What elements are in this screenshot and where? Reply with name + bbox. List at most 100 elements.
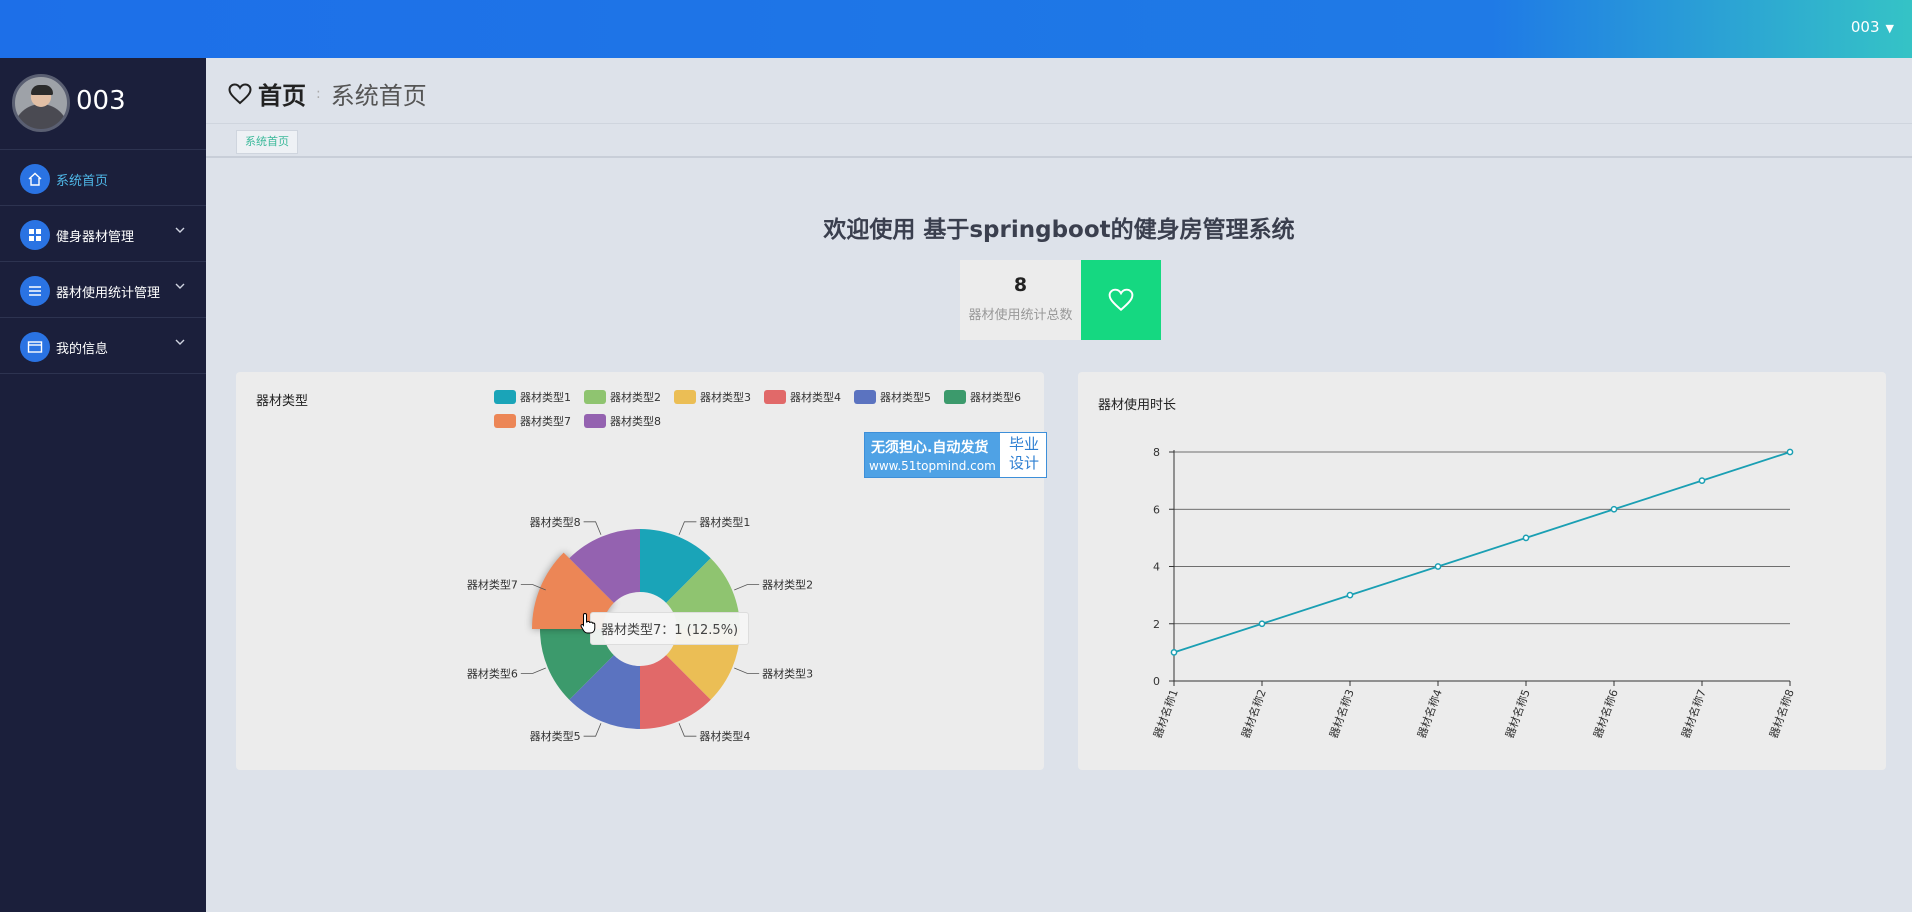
legend-label[interactable]: 器材类型4 xyxy=(790,390,841,404)
sidebar-item-usage-stats[interactable]: 器材使用统计管理 xyxy=(0,262,206,318)
pie-label: 器材类型1 xyxy=(699,515,750,529)
hand-cursor-icon xyxy=(580,612,596,634)
stat-value: 8 xyxy=(1013,274,1028,296)
pie-leader-line xyxy=(583,521,602,535)
pie-leader-line xyxy=(678,723,697,737)
y-tick-label: 8 xyxy=(1153,446,1160,459)
user-menu[interactable]: 003 ▼ xyxy=(1851,18,1894,36)
line-point[interactable] xyxy=(1698,477,1706,484)
pie-leader-line xyxy=(734,584,760,591)
home-icon xyxy=(20,164,50,194)
line-point[interactable] xyxy=(1786,448,1794,456)
y-tick-label: 6 xyxy=(1153,503,1160,516)
pie-label: 器材类型5 xyxy=(530,729,581,743)
legend-label[interactable]: 器材类型1 xyxy=(520,390,571,404)
breadcrumb-home[interactable]: 首页 xyxy=(258,76,306,111)
legend-swatch[interactable] xyxy=(584,414,606,428)
line-point[interactable] xyxy=(1346,591,1354,599)
user-menu-label: 003 xyxy=(1850,18,1880,36)
chevron-down-icon xyxy=(175,339,185,345)
legend-label[interactable]: 器材类型7 xyxy=(520,414,571,428)
watermark-badge: 无须担心.自动发货 www.51topmind.com 毕业 设计 xyxy=(864,432,1047,478)
watermark-right1: 毕业 xyxy=(1008,435,1039,453)
legend-swatch[interactable] xyxy=(494,390,516,404)
legend-swatch[interactable] xyxy=(944,390,966,404)
legend-swatch[interactable] xyxy=(584,390,606,404)
line-series xyxy=(1173,451,1791,654)
pie-label: 器材类型7 xyxy=(467,578,518,592)
sidebar-item-label: 我的信息 xyxy=(56,342,109,357)
stat-caption: 器材使用统计总数 xyxy=(968,308,1073,323)
pie-label: 器材类型2 xyxy=(762,578,813,592)
y-tick-label: 4 xyxy=(1153,561,1160,574)
chevron-down-icon xyxy=(175,227,185,233)
x-tick-label: 器材名称5 xyxy=(1502,687,1533,740)
pie-label: 器材类型8 xyxy=(530,515,581,529)
legend-swatch[interactable] xyxy=(764,390,786,404)
sidebar-item-equipment[interactable]: 健身器材管理 xyxy=(0,206,206,262)
y-tick-label: 2 xyxy=(1153,618,1160,631)
sidebar-item-home[interactable]: 系统首页 xyxy=(0,150,206,206)
tab-home[interactable]: 系统首页 xyxy=(236,130,298,154)
x-tick-label: 器材名称7 xyxy=(1678,687,1709,740)
breadcrumb: 首页 : 系统首页 xyxy=(228,76,427,111)
watermark-right: 毕业 设计 xyxy=(1003,435,1045,473)
heart-icon xyxy=(1108,288,1134,312)
card-icon xyxy=(20,332,50,362)
stat-card: 8 器材使用统计总数 xyxy=(960,260,1161,340)
line-point[interactable] xyxy=(1258,620,1266,628)
legend-label[interactable]: 器材类型5 xyxy=(880,390,931,404)
avatar xyxy=(12,74,70,132)
x-tick-label: 器材名称2 xyxy=(1238,687,1269,740)
line-point[interactable] xyxy=(1522,534,1530,542)
chart-tooltip: 器材类型7：1 (12.5%) xyxy=(590,612,750,645)
legend-label[interactable]: 器材类型6 xyxy=(970,390,1021,404)
x-tick-label: 器材名称6 xyxy=(1590,687,1621,740)
pie-label: 器材类型6 xyxy=(467,666,518,680)
caret-down-icon: ▼ xyxy=(1885,22,1894,35)
sidebar-item-label: 器材使用统计管理 xyxy=(56,286,161,301)
stat-text: 8 器材使用统计总数 xyxy=(960,260,1081,340)
sidebar-item-label: 系统首页 xyxy=(56,174,109,189)
chevron-down-icon xyxy=(175,283,185,289)
line-chart-card: 器材使用时长 0 2 4 6 8 器材名称1 器材名称2 器材名称3 器材名称4 器材名称5 器材名… xyxy=(1078,372,1886,770)
x-tick-label: 器材名称1 xyxy=(1150,687,1181,740)
pie-label: 器材类型3 xyxy=(762,666,813,680)
sidebar-item-my-info[interactable]: 我的信息 xyxy=(0,318,206,374)
line-point[interactable] xyxy=(1434,563,1442,570)
legend-swatch[interactable] xyxy=(674,390,696,404)
sidebar-profile: 003 xyxy=(0,58,206,150)
watermark-line2: www.51topmind.com xyxy=(869,459,996,473)
list-icon xyxy=(20,276,50,306)
legend-swatch[interactable] xyxy=(854,390,876,404)
breadcrumb-separator: : xyxy=(316,85,321,102)
legend-label[interactable]: 器材类型8 xyxy=(610,414,661,428)
breadcrumb-current: 系统首页 xyxy=(330,82,427,110)
legend-label[interactable]: 器材类型2 xyxy=(610,390,661,404)
legend-label[interactable]: 器材类型3 xyxy=(700,390,751,404)
x-tick-label: 器材名称8 xyxy=(1766,687,1797,740)
grid-icon xyxy=(20,220,50,250)
pie-leader-line xyxy=(734,667,760,674)
welcome-title: 欢迎使用 基于springboot的健身房管理系统 xyxy=(823,217,1295,243)
line-point[interactable] xyxy=(1610,505,1618,513)
x-tick-label: 器材名称3 xyxy=(1326,687,1357,740)
watermark-left: 无须担心.自动发货 www.51topmind.com xyxy=(865,433,1000,477)
y-tick-label: 0 xyxy=(1153,675,1160,688)
watermark-line1: 无须担心.自动发货 xyxy=(871,440,989,456)
x-tick-label: 器材名称4 xyxy=(1414,687,1445,740)
stat-icon-box xyxy=(1081,260,1161,340)
pie-leader-line xyxy=(583,723,602,737)
watermark-right2: 设计 xyxy=(1008,454,1039,472)
pie-leader-line xyxy=(520,667,546,674)
top-bar: 003 ▼ xyxy=(0,0,1912,58)
sidebar: 003 系统首页 健身器材管理 器材使用统计管理 我的信息 xyxy=(0,58,206,912)
heart-icon xyxy=(228,82,252,104)
line-point[interactable] xyxy=(1170,649,1178,656)
pie-label: 器材类型4 xyxy=(699,729,750,743)
line-chart: 0 2 4 6 8 器材名称1 器材名称2 器材名称3 器材名称4 器材名称5 器材名称6 器材名称7… xyxy=(1150,446,1797,740)
pie-leader-line xyxy=(678,521,697,535)
legend-swatch[interactable] xyxy=(494,414,516,428)
sidebar-item-label: 健身器材管理 xyxy=(56,230,135,245)
page-header: 首页 : 系统首页 xyxy=(206,58,1912,124)
